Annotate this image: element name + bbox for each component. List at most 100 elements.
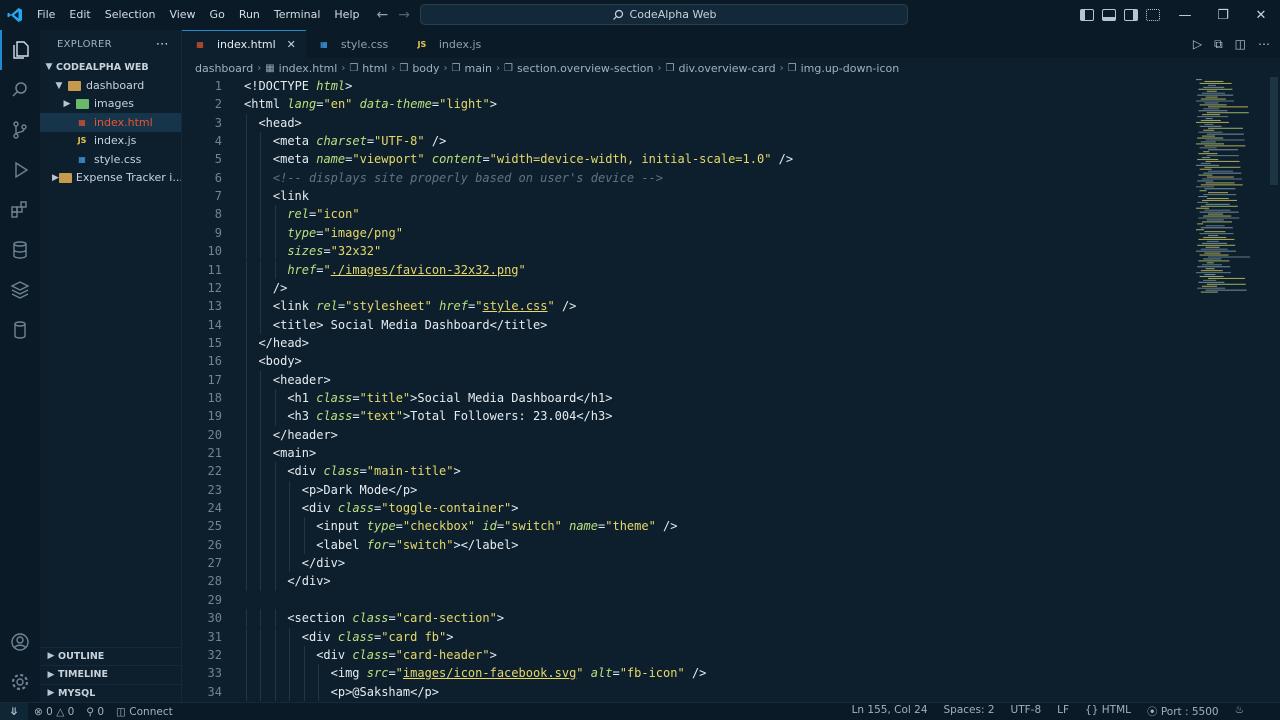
- breadcrumb-item[interactable]: body: [412, 62, 439, 75]
- live-server-port[interactable]: ⦿ Port : 5500: [1141, 704, 1225, 719]
- run-icon[interactable]: ▷: [1193, 37, 1202, 51]
- customize-layout-icon[interactable]: [1146, 9, 1160, 21]
- menu-help[interactable]: Help: [327, 0, 366, 30]
- encoding[interactable]: UTF-8: [1005, 704, 1048, 719]
- code-line[interactable]: 22 <div class="main-title">: [182, 462, 1192, 480]
- toggle-primary-sidebar-icon[interactable]: [1080, 9, 1094, 21]
- arrow-right-icon[interactable]: →: [398, 7, 410, 23]
- search-icon[interactable]: [0, 70, 40, 110]
- code-line[interactable]: 17 <header>: [182, 371, 1192, 389]
- code-line[interactable]: 10 sizes="32x32": [182, 242, 1192, 260]
- panel-mysql[interactable]: ▶ MYSQL: [40, 683, 182, 703]
- code-line[interactable]: 28 </div>: [182, 572, 1192, 590]
- minimap[interactable]: [1192, 77, 1272, 297]
- code-line[interactable]: 33 <img src="images/icon-facebook.svg" al…: [182, 664, 1192, 682]
- arrow-left-icon[interactable]: ←: [376, 7, 388, 23]
- tree-item-style-css[interactable]: ▦ style.css: [40, 150, 181, 168]
- code-line[interactable]: 19 <h3 class="text">Total Followers: 23.0…: [182, 407, 1192, 425]
- layers-icon[interactable]: [0, 270, 40, 310]
- code-editor[interactable]: 1 <!DOCTYPE html> 2 <html lang="en" data-th…: [182, 77, 1192, 702]
- menu-view[interactable]: View: [162, 0, 202, 30]
- breadcrumb-item[interactable]: dashboard: [195, 62, 253, 75]
- split-editor-icon[interactable]: ◫: [1235, 37, 1246, 51]
- code-line[interactable]: 7 <link: [182, 187, 1192, 205]
- source-control-icon[interactable]: [0, 110, 40, 150]
- cursor-position[interactable]: Ln 155, Col 24: [846, 704, 934, 719]
- remote-icon[interactable]: ⤋: [0, 702, 28, 720]
- code-line[interactable]: 1 <!DOCTYPE html>: [182, 77, 1192, 95]
- restore-button[interactable]: ❐: [1204, 0, 1242, 30]
- explorer-icon[interactable]: [0, 30, 40, 70]
- code-line[interactable]: 21 <main>: [182, 444, 1192, 462]
- toggle-panel-icon[interactable]: [1102, 9, 1116, 21]
- toggle-secondary-sidebar-icon[interactable]: [1124, 9, 1138, 21]
- code-line[interactable]: 25 <input type="checkbox" id="switch" nam…: [182, 517, 1192, 535]
- tree-item-images[interactable]: ▶ images: [40, 95, 181, 113]
- tab-style-css[interactable]: ▦ style.css: [306, 30, 404, 58]
- notifications-bell-icon[interactable]: ♨: [1229, 704, 1250, 719]
- code-line[interactable]: 26 <label for="switch"></label>: [182, 536, 1192, 554]
- settings-gear-icon[interactable]: [0, 662, 40, 702]
- code-line[interactable]: 32 <div class="card-header">: [182, 646, 1192, 664]
- database-icon[interactable]: [0, 230, 40, 270]
- code-line[interactable]: 2 <html lang="en" data-theme="light">: [182, 95, 1192, 113]
- breadcrumb-item[interactable]: main: [465, 62, 492, 75]
- code-line[interactable]: 24 <div class="toggle-container">: [182, 499, 1192, 517]
- menu-selection[interactable]: Selection: [98, 0, 163, 30]
- menu-terminal[interactable]: Terminal: [267, 0, 328, 30]
- menu-edit[interactable]: Edit: [62, 0, 97, 30]
- code-line[interactable]: 6 <!-- displays site properly based on us…: [182, 169, 1192, 187]
- more-actions-icon[interactable]: ⋯: [156, 37, 169, 52]
- more-actions-icon[interactable]: ⋯: [1258, 37, 1270, 51]
- breadcrumb-item[interactable]: html: [362, 62, 387, 75]
- code-line[interactable]: 13 <link rel="stylesheet" href="style.css…: [182, 297, 1192, 315]
- menu-file[interactable]: File: [30, 0, 62, 30]
- problems-indicator[interactable]: ⊗ 0 △ 0: [28, 706, 80, 718]
- panel-timeline[interactable]: ▶ TIMELINE: [40, 665, 182, 684]
- code-line[interactable]: 34 <p>@Saksham</p>: [182, 683, 1192, 701]
- tree-item-index-js[interactable]: JS index.js: [40, 132, 181, 150]
- workspace-root[interactable]: ▼ CODEALPHA WEB: [40, 58, 181, 76]
- code-line[interactable]: 15 </head>: [182, 334, 1192, 352]
- code-line[interactable]: 23 <p>Dark Mode</p>: [182, 481, 1192, 499]
- connect-button[interactable]: ◫ Connect: [110, 706, 179, 718]
- tab-index-js[interactable]: JS index.js: [404, 30, 502, 58]
- code-line[interactable]: 18 <h1 class="title">Social Media Dashboa…: [182, 389, 1192, 407]
- breadcrumb-item[interactable]: div.overview-card: [678, 62, 775, 75]
- close-button[interactable]: ✕: [1242, 0, 1280, 30]
- code-line[interactable]: 16 <body>: [182, 352, 1192, 370]
- code-line[interactable]: 14 <title> Social Media Dashboard</title>: [182, 316, 1192, 334]
- breadcrumb-item[interactable]: index.html: [279, 62, 338, 75]
- menu-run[interactable]: Run: [232, 0, 267, 30]
- code-line[interactable]: 9 type="image/png": [182, 224, 1192, 242]
- end-of-line[interactable]: LF: [1051, 704, 1075, 719]
- language-mode[interactable]: {} HTML: [1079, 704, 1137, 719]
- code-line[interactable]: 27 </div>: [182, 554, 1192, 572]
- code-line[interactable]: 11 href="./images/favicon-32x32.png": [182, 261, 1192, 279]
- code-line[interactable]: 31 <div class="card fb">: [182, 628, 1192, 646]
- close-icon[interactable]: ✕: [287, 38, 296, 51]
- minimize-button[interactable]: —: [1166, 0, 1204, 30]
- command-center-search[interactable]: CodeAlpha Web: [420, 4, 908, 25]
- tree-item-expense-tracker[interactable]: ▶ Expense Tracker i...: [40, 168, 181, 186]
- code-line[interactable]: 8 rel="icon": [182, 205, 1192, 223]
- ports-indicator[interactable]: ⚲ 0: [80, 706, 110, 718]
- breadcrumb-item[interactable]: section.overview-section: [517, 62, 654, 75]
- tab-index-html[interactable]: ▦ index.html ✕: [182, 30, 306, 58]
- sql-database-icon[interactable]: [0, 310, 40, 350]
- extensions-icon[interactable]: [0, 190, 40, 230]
- tree-item-dashboard[interactable]: ▼ dashboard: [40, 76, 181, 94]
- breadcrumb-item[interactable]: img.up-down-icon: [801, 62, 900, 75]
- code-line[interactable]: 20 </header>: [182, 426, 1192, 444]
- code-line[interactable]: 4 <meta charset="UTF-8" />: [182, 132, 1192, 150]
- code-line[interactable]: 12 />: [182, 279, 1192, 297]
- code-line[interactable]: 29: [182, 591, 1192, 609]
- code-line[interactable]: 30 <section class="card-section">: [182, 609, 1192, 627]
- editor-scrollbar[interactable]: [1270, 77, 1278, 185]
- menu-go[interactable]: Go: [203, 0, 232, 30]
- run-debug-icon[interactable]: [0, 150, 40, 190]
- code-line[interactable]: 3 <head>: [182, 114, 1192, 132]
- code-line[interactable]: 5 <meta name="viewport" content="width=de…: [182, 150, 1192, 168]
- tree-item-index-html[interactable]: ▦ index.html: [40, 113, 181, 132]
- indentation[interactable]: Spaces: 2: [938, 704, 1001, 719]
